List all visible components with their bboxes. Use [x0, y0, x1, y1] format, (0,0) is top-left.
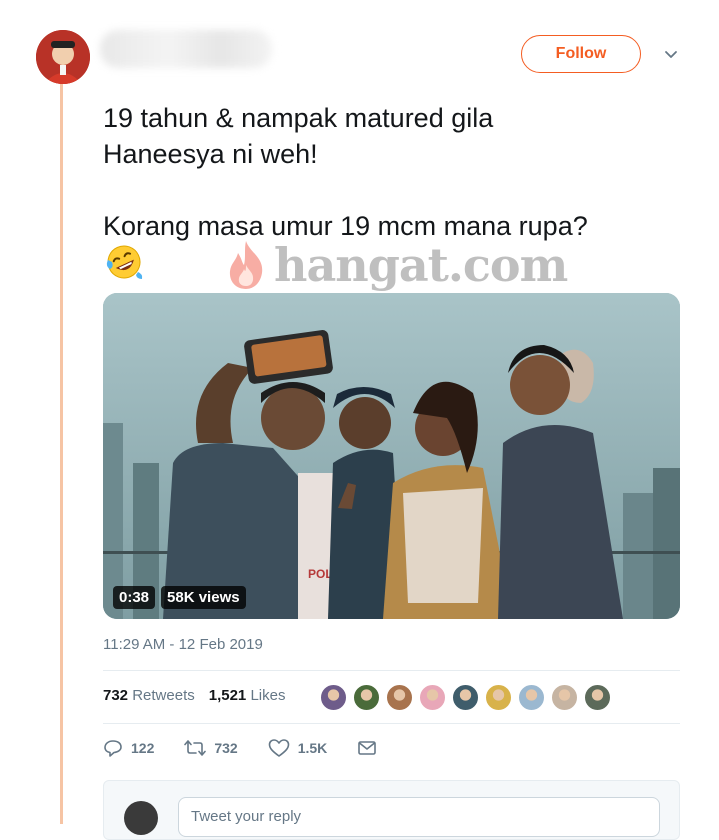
video-meta: 0:38 58K views — [113, 586, 246, 609]
retweets-stat[interactable]: 732 Retweets — [103, 687, 195, 704]
retweet-icon — [184, 740, 207, 756]
like-action[interactable]: 1.5K — [268, 738, 328, 758]
like-count: 1.5K — [297, 740, 328, 756]
likes-stat[interactable]: 1,521 Likes — [209, 687, 286, 704]
likes-count: 1,521 — [208, 687, 247, 704]
rolling-on-floor-laughing-emoji-icon — [104, 242, 144, 282]
retweets-count: 732 — [103, 687, 129, 704]
video-player[interactable]: POLO CL 0:38 58K views — [103, 293, 680, 619]
follow-button[interactable]: Follow — [521, 35, 641, 73]
flame-icon — [229, 241, 263, 289]
envelope-icon — [358, 741, 377, 755]
video-views: 58K views — [161, 586, 246, 609]
likes-label: Likes — [250, 687, 286, 704]
reply-icon — [104, 740, 122, 757]
retweets-label: Retweets — [132, 687, 195, 704]
liker-avatar[interactable] — [386, 684, 413, 711]
reply-box: Tweet your reply — [103, 780, 680, 840]
tweet-actions: 122 732 1.5K — [103, 738, 407, 758]
chevron-down-icon[interactable] — [661, 44, 681, 64]
tweet-text: 19 tahun & nampak matured gila Haneesya … — [103, 103, 588, 241]
liker-avatars — [320, 684, 611, 711]
liker-avatar[interactable] — [485, 684, 512, 711]
tweet-timestamp[interactable]: 11:29 AM - 12 Feb 2019 — [103, 636, 263, 653]
video-thumbnail: POLO CL — [103, 293, 680, 619]
retweet-count: 732 — [214, 740, 238, 756]
video-duration: 0:38 — [113, 586, 156, 609]
liker-avatar[interactable] — [320, 684, 347, 711]
tweet-stats: 732 Retweets 1,521 Likes — [103, 687, 285, 704]
divider-bottom — [103, 723, 680, 724]
liker-avatar[interactable] — [584, 684, 611, 711]
thread-line — [60, 84, 63, 824]
reply-input[interactable]: Tweet your reply — [178, 797, 660, 837]
heart-icon — [268, 739, 290, 757]
liker-avatar[interactable] — [518, 684, 545, 711]
viewer-avatar — [124, 801, 158, 835]
liker-avatar[interactable] — [353, 684, 380, 711]
divider-top — [103, 670, 680, 671]
watermark: hangat.com — [224, 235, 568, 295]
reply-count: 122 — [131, 740, 155, 756]
liker-avatar[interactable] — [551, 684, 578, 711]
liker-avatar[interactable] — [452, 684, 479, 711]
liker-avatar[interactable] — [419, 684, 446, 711]
direct-message-action[interactable] — [357, 738, 377, 758]
watermark-text: hangat.com — [274, 238, 568, 292]
reply-action[interactable]: 122 — [103, 738, 154, 758]
author-name-blurred[interactable] — [100, 30, 272, 68]
author-avatar[interactable] — [36, 30, 90, 84]
retweet-action[interactable]: 732 — [184, 738, 238, 758]
